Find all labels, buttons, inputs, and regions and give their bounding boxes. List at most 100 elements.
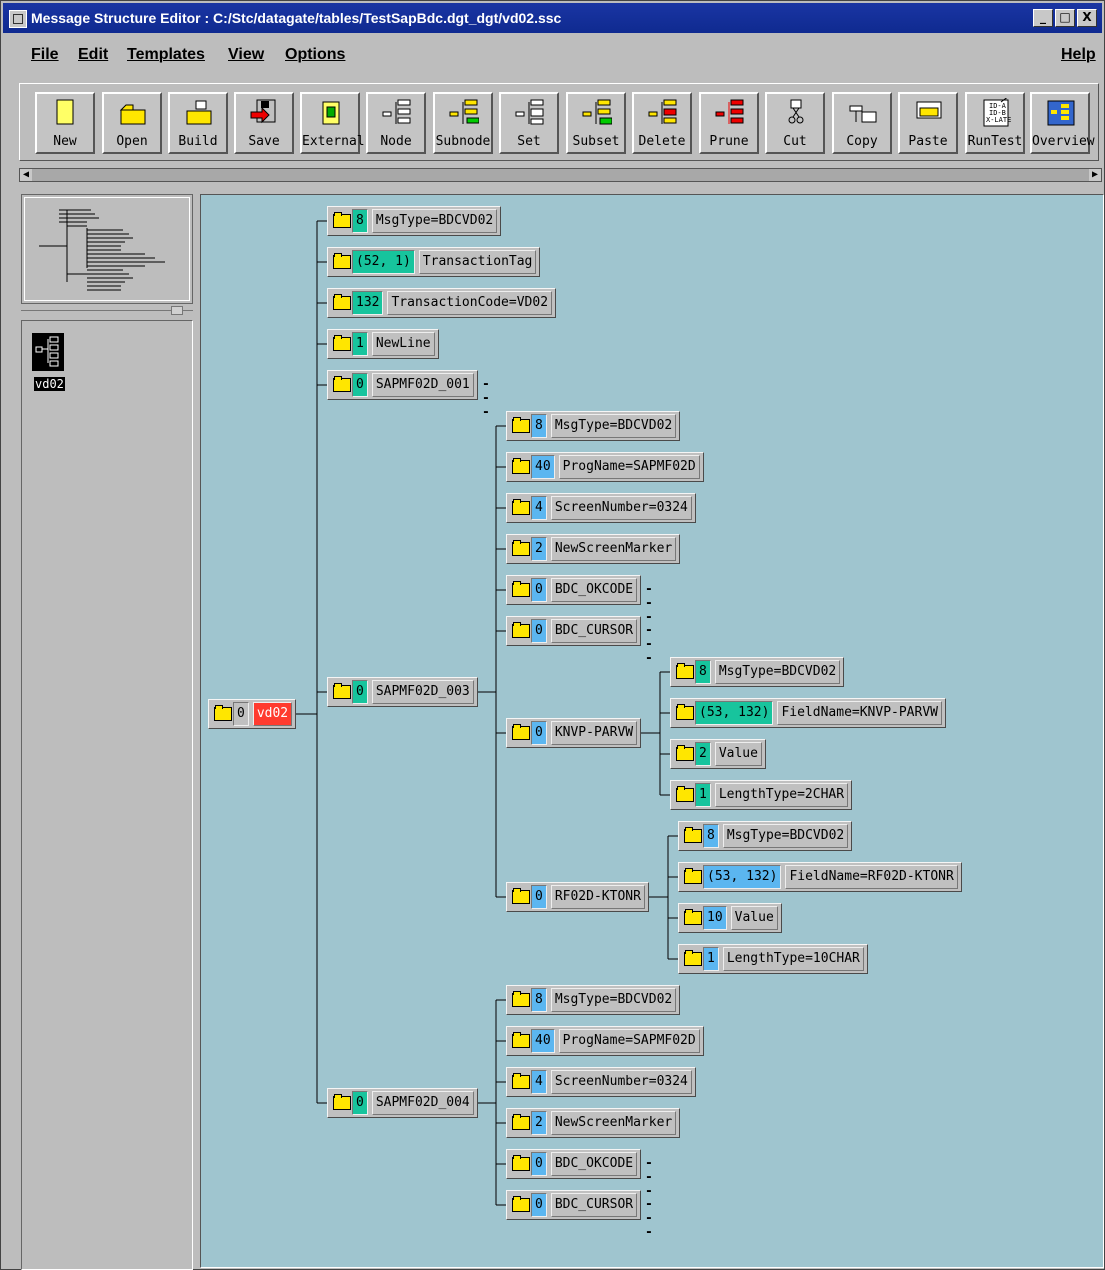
folder-icon[interactable] [507, 535, 531, 563]
folder-icon[interactable] [679, 822, 703, 850]
folder-icon[interactable] [507, 1027, 531, 1055]
folder-icon[interactable] [507, 1068, 531, 1096]
tree-node-newline[interactable]: 1 NewLine [327, 329, 439, 359]
menu-help[interactable]: Help [1061, 46, 1096, 64]
folder-icon[interactable] [507, 883, 531, 911]
tree-node-msgtype-bdcvd02[interactable]: 8 MsgType=BDCVD02 [506, 985, 681, 1015]
folder-icon[interactable] [507, 412, 531, 440]
tree-node-sapmf02d-003[interactable]: 0 SAPMF02D_003 [327, 677, 478, 707]
node-button[interactable]: Node [366, 92, 426, 154]
folder-icon[interactable] [507, 494, 531, 522]
tree-node-transactiontag[interactable]: (52, 1) TransactionTag [327, 247, 541, 277]
tree-node-progname-sapmf02d[interactable]: 40 ProgName=SAPMF02D [506, 1026, 704, 1056]
copy-button[interactable]: Copy [832, 92, 892, 154]
folder-icon[interactable] [679, 863, 703, 891]
menu-file[interactable]: File [31, 46, 59, 64]
scroll-right-arrow-icon[interactable]: ▶ [1089, 169, 1101, 181]
folder-icon[interactable] [507, 1150, 531, 1178]
node-repetition-badge: 8 [352, 209, 368, 233]
tree-node-newscreenmarker[interactable]: 2 NewScreenMarker [506, 1108, 681, 1138]
collapsed-indicator: --- [645, 1156, 653, 1199]
tree-node-value[interactable]: 2 Value [670, 739, 766, 769]
folder-icon[interactable] [328, 289, 352, 317]
folder-icon[interactable] [328, 678, 352, 706]
set-button[interactable]: Set [499, 92, 559, 154]
menu-options[interactable]: Options [285, 46, 345, 64]
menu-view[interactable]: View [228, 46, 264, 64]
tree-node-bdc-okcode[interactable]: 0 BDC_OKCODE [506, 1149, 642, 1179]
tree-node-bdc-cursor[interactable]: 0 BDC_CURSOR [506, 616, 642, 646]
tree-node-screennumber-0324[interactable]: 4 ScreenNumber=0324 [506, 493, 696, 523]
tree-node-vd02[interactable]: 0 vd02 [208, 699, 297, 729]
folder-icon[interactable] [328, 1089, 352, 1117]
tree-node-value[interactable]: 10 Value [678, 903, 782, 933]
tree-node-fieldname-rf02d-ktonr[interactable]: (53, 132) FieldName=RF02D-KTONR [678, 862, 962, 892]
menu-templates[interactable]: Templates [127, 46, 205, 64]
folder-icon[interactable] [671, 658, 695, 686]
open-button[interactable]: Open [102, 92, 162, 154]
tree-node-msgtype-bdcvd02[interactable]: 8 MsgType=BDCVD02 [506, 411, 681, 441]
save-button[interactable]: Save [234, 92, 294, 154]
tree-node-sapmf02d-001[interactable]: 0 SAPMF02D_001 [327, 370, 478, 400]
cut-button[interactable]: Cut [765, 92, 825, 154]
folder-icon[interactable] [507, 617, 531, 645]
tree-node-sapmf02d-004[interactable]: 0 SAPMF02D_004 [327, 1088, 478, 1118]
delete-button[interactable]: Delete [632, 92, 692, 154]
folder-icon[interactable] [679, 945, 703, 973]
tree-node-screennumber-0324[interactable]: 4 ScreenNumber=0324 [506, 1067, 696, 1097]
message-structure-icon[interactable] [32, 333, 64, 371]
subset-button[interactable]: Subset [566, 92, 626, 154]
node-repetition-badge: 1 [695, 783, 711, 807]
folder-icon[interactable] [671, 699, 695, 727]
node-repetition-badge: 0 [531, 885, 547, 909]
overview-button[interactable]: Overview [1030, 92, 1095, 154]
pane-splitter[interactable] [21, 306, 193, 315]
maximize-button[interactable]: □ [1055, 9, 1075, 27]
close-button[interactable]: X [1077, 9, 1097, 27]
prune-button[interactable]: Prune [699, 92, 759, 154]
tree-node-fieldname-knvp-parvw[interactable]: (53, 132) FieldName=KNVP-PARVW [670, 698, 946, 728]
tree-node-lengthtype-10char[interactable]: 1 LengthType=10CHAR [678, 944, 868, 974]
build-button[interactable]: Build [168, 92, 228, 154]
new-button[interactable]: New [35, 92, 95, 154]
tree-node-knvp-parvw[interactable]: 0 KNVP-PARVW [506, 718, 642, 748]
folder-icon[interactable] [507, 576, 531, 604]
horizontal-scrollbar[interactable]: ◀ ▶ [19, 168, 1102, 182]
folder-icon[interactable] [507, 1191, 531, 1219]
folder-icon[interactable] [671, 781, 695, 809]
paste-button[interactable]: Paste [898, 92, 958, 154]
folder-icon[interactable] [507, 986, 531, 1014]
tree-node-bdc-okcode[interactable]: 0 BDC_OKCODE [506, 575, 642, 605]
tree-node-progname-sapmf02d[interactable]: 40 ProgName=SAPMF02D [506, 452, 704, 482]
splitter-handle[interactable] [171, 306, 183, 315]
minimize-button[interactable]: _ [1033, 9, 1053, 27]
folder-icon[interactable] [328, 371, 352, 399]
folder-icon[interactable] [679, 904, 703, 932]
runtest-button[interactable]: ID-A ID-B X-LATE RunTest [965, 92, 1025, 154]
menu-edit[interactable]: Edit [78, 46, 108, 64]
folder-icon[interactable] [209, 700, 233, 728]
tree-node-newscreenmarker[interactable]: 2 NewScreenMarker [506, 534, 681, 564]
scroll-left-arrow-icon[interactable]: ◀ [20, 169, 32, 181]
folder-icon[interactable] [671, 740, 695, 768]
tree-node-msgtype-bdcvd02[interactable]: 8 MsgType=BDCVD02 [678, 821, 853, 851]
folder-icon[interactable] [328, 330, 352, 358]
tree-node-msgtype-bdcvd02[interactable]: 8 MsgType=BDCVD02 [327, 206, 502, 236]
folder-icon[interactable] [328, 207, 352, 235]
tree-node-bdc-cursor[interactable]: 0 BDC_CURSOR [506, 1190, 642, 1220]
message-label[interactable]: vd02 [34, 377, 65, 391]
tree-node-transactioncode-vd02[interactable]: 132 TransactionCode=VD02 [327, 288, 557, 318]
folder-icon[interactable] [507, 719, 531, 747]
collapsed-indicator: --- [645, 1197, 653, 1240]
tree-node-rf02d-ktonr[interactable]: 0 RF02D-KTONR [506, 882, 649, 912]
tree-node-lengthtype-2char[interactable]: 1 LengthType=2CHAR [670, 780, 853, 810]
tree-node-msgtype-bdcvd02[interactable]: 8 MsgType=BDCVD02 [670, 657, 845, 687]
title-bar[interactable]: Message Structure Editor : C:/Stc/dataga… [3, 3, 1102, 33]
external-button[interactable]: External [300, 92, 365, 154]
overview-thumbnail-panel[interactable] [21, 194, 193, 304]
node-name: SAPMF02D_003 [371, 680, 474, 704]
folder-icon[interactable] [328, 248, 352, 276]
folder-icon[interactable] [507, 1109, 531, 1137]
subnode-button[interactable]: Subnode [433, 92, 493, 154]
folder-icon[interactable] [507, 453, 531, 481]
